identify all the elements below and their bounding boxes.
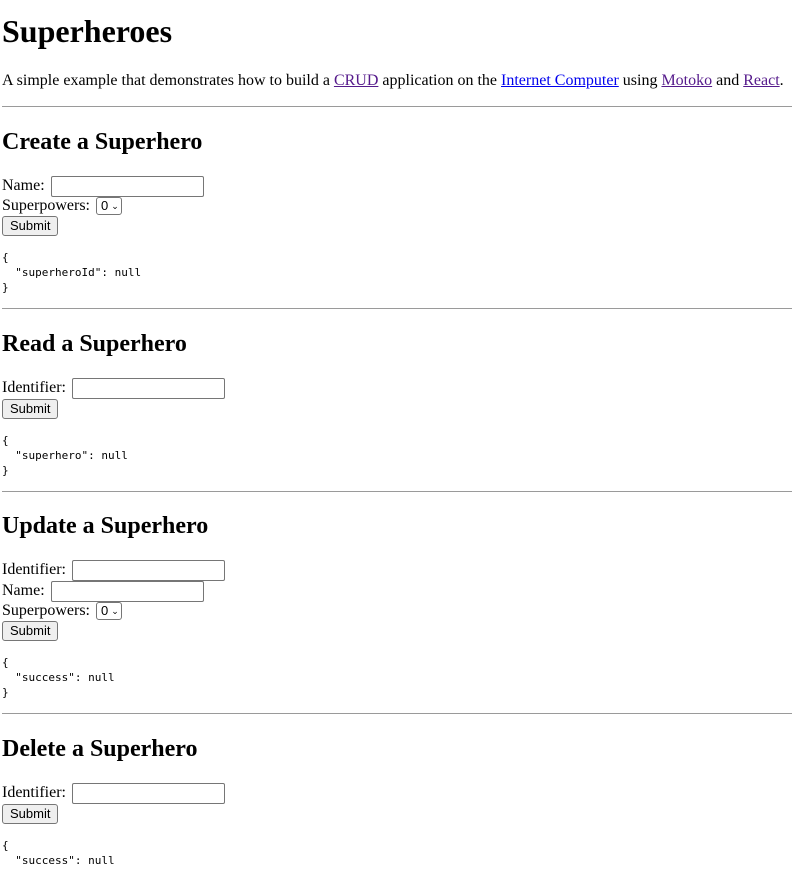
motoko-link[interactable]: Motoko [661, 72, 712, 89]
read-submit-button[interactable]: Submit [2, 399, 59, 419]
delete-identifier-row: Identifier: [2, 783, 225, 804]
divider [2, 713, 792, 714]
update-superpowers-row: Superpowers: 0 ⌄ [2, 601, 122, 621]
intro-text: application on the [378, 72, 502, 89]
crud-link[interactable]: CRUD [334, 72, 378, 89]
intro-text: A simple example that demonstrates how t… [2, 72, 334, 89]
create-name-row: Name: [2, 176, 204, 197]
delete-submit-button[interactable]: Submit [2, 804, 59, 824]
read-identifier-row: Identifier: [2, 378, 225, 399]
create-name-input[interactable] [50, 176, 204, 197]
update-heading: Update a Superhero [2, 513, 209, 539]
intro-text: using [618, 72, 662, 89]
read-identifier-input[interactable] [71, 378, 225, 399]
update-identifier-row: Identifier: [2, 560, 225, 581]
read-output: { "superhero": null } [2, 434, 128, 477]
delete-identifier-label: Identifier: [2, 784, 66, 802]
delete-output: { "success": null [2, 839, 115, 867]
delete-identifier-input[interactable] [71, 783, 225, 804]
create-superpowers-value: 0 [100, 198, 109, 214]
react-link[interactable]: React [743, 72, 779, 89]
chevron-down-icon: ⌄ [111, 201, 119, 212]
create-superpowers-row: Superpowers: 0 ⌄ [2, 196, 122, 216]
page-title: Superheroes [2, 13, 173, 49]
update-identifier-label: Identifier: [2, 561, 66, 579]
update-name-row: Name: [2, 581, 204, 602]
create-superpowers-select[interactable]: 0 ⌄ [95, 197, 122, 216]
update-superpowers-value: 0 [100, 603, 109, 619]
update-superpowers-label: Superpowers: [2, 602, 90, 619]
divider [2, 106, 792, 107]
update-name-input[interactable] [50, 581, 204, 602]
update-name-label: Name: [2, 582, 45, 600]
create-output: { "superheroId": null } [2, 251, 142, 294]
update-superpowers-select[interactable]: 0 ⌄ [95, 602, 122, 621]
update-output: { "success": null } [2, 656, 115, 699]
intro-text: . [779, 72, 784, 89]
internet-computer-link[interactable]: Internet Computer [501, 72, 619, 89]
intro-text: and [712, 72, 744, 89]
create-name-label: Name: [2, 177, 45, 195]
update-submit-button[interactable]: Submit [2, 621, 59, 641]
divider [2, 491, 792, 492]
delete-heading: Delete a Superhero [2, 736, 198, 762]
read-identifier-label: Identifier: [2, 379, 66, 397]
update-identifier-input[interactable] [71, 560, 225, 581]
read-heading: Read a Superhero [2, 331, 187, 357]
chevron-down-icon: ⌄ [111, 606, 119, 617]
divider [2, 308, 792, 309]
intro-paragraph: A simple example that demonstrates how t… [2, 71, 784, 91]
create-heading: Create a Superhero [2, 129, 203, 155]
create-superpowers-label: Superpowers: [2, 197, 90, 214]
create-submit-button[interactable]: Submit [2, 216, 59, 236]
